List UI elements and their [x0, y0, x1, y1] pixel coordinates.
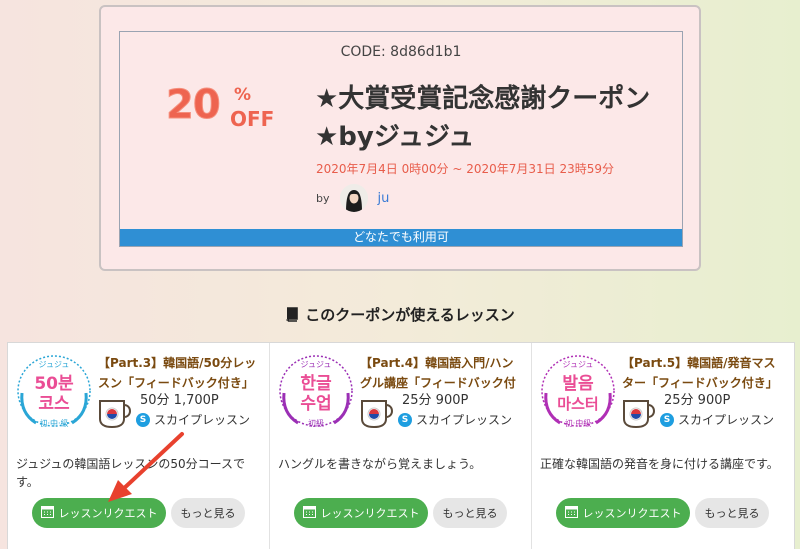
- more-button[interactable]: もっと見る: [171, 498, 245, 528]
- discount-off: OFF: [230, 107, 275, 131]
- coupon-title: ★大賞受賞記念感謝クーポン★byジュジュ: [315, 84, 651, 152]
- lesson-description: ジュジュの韓国語レッスンの50分コースです。: [16, 457, 245, 489]
- lesson-price: 25分 900P: [402, 393, 469, 408]
- coupon-period: 2020年7月4日 0時00分 ~ 2020年7月31日 23時59分: [316, 162, 615, 176]
- author-avatar[interactable]: [339, 184, 368, 212]
- coupon-card: CODE: 8d86d1b1 20 % OFF ★大賞受賞記念感謝クーポン★by…: [99, 5, 701, 271]
- lesson-request-button[interactable]: レッスンリクエスト: [32, 498, 166, 528]
- lesson-title[interactable]: 【Part.5】韓国語/発音マスター「フィードバック付き」: [622, 353, 787, 393]
- skype-lesson-label: S スカイプレッスン: [398, 411, 512, 428]
- lesson-list: ジュジュ 50분 코스 初·中·級 【Part.3】韓国語/50分レッスン「フィ…: [7, 342, 795, 549]
- lesson-title[interactable]: 【Part.4】韓国語入門/ハングル講座「フィードバック付: [360, 353, 525, 393]
- lesson-card: ジュジュ 50분 코스 初·中·級 【Part.3】韓国語/50分レッスン「フィ…: [8, 343, 270, 549]
- lesson-title[interactable]: 【Part.3】韓国語/50分レッスン「フィードバック付き」: [98, 353, 263, 393]
- logo-line2: 수업: [300, 394, 331, 414]
- logo-line2: 코스: [38, 394, 70, 414]
- logo-level: 初·中級: [565, 418, 592, 428]
- book-icon: [285, 307, 299, 326]
- calendar-icon: [302, 505, 316, 521]
- course-logo-pronunciation[interactable]: ジュジュ 발음 마스터 初·中級: [538, 353, 618, 431]
- course-logo-50min[interactable]: ジュジュ 50분 코스 初·中·級: [14, 353, 94, 431]
- more-button[interactable]: もっと見る: [433, 498, 507, 528]
- lesson-request-button[interactable]: レッスンリクエスト: [556, 498, 690, 528]
- skype-lesson-label: S スカイプレッスン: [136, 411, 250, 428]
- logo-top: ジュジュ: [301, 360, 332, 369]
- course-logo-hangul[interactable]: ジュジュ 한글 수업 初級: [276, 353, 356, 431]
- discount-badge: 20 % OFF: [166, 82, 286, 142]
- section-heading: このクーポンが使えるレッスン: [0, 304, 800, 326]
- skype-icon: S: [660, 412, 674, 427]
- request-label: レッスンリクエスト: [582, 507, 682, 520]
- request-label: レッスンリクエスト: [58, 507, 158, 520]
- by-label: by: [316, 191, 330, 205]
- coffee-cup-icon: [361, 400, 393, 429]
- logo-line1: 발음: [562, 374, 594, 394]
- logo-top: ジュジュ: [563, 360, 594, 369]
- calendar-icon: [564, 505, 578, 521]
- lesson-card: ジュジュ 발음 마스터 初·中級 【Part.5】韓国語/発音マスター「フィード…: [532, 343, 794, 549]
- logo-line1: 한글: [300, 374, 332, 394]
- lesson-description: ハングルを書きながら覚えましょう。: [278, 457, 482, 471]
- more-button[interactable]: もっと見る: [695, 498, 769, 528]
- lesson-description: 正確な韓国語の発音を身に付ける講座です。: [540, 457, 779, 471]
- availability-banner: どなたでも利用可: [120, 229, 682, 246]
- lesson-price: 25分 900P: [664, 393, 731, 408]
- coffee-cup-icon: [623, 400, 655, 429]
- skype-text: スカイプレッスン: [416, 413, 513, 427]
- skype-icon: S: [136, 412, 150, 427]
- coffee-cup-icon: [99, 400, 131, 429]
- lesson-price: 50分 1,700P: [140, 393, 219, 408]
- lesson-card: ジュジュ 한글 수업 初級 【Part.4】韓国語入門/ハングル講座「フィードバ…: [270, 343, 532, 549]
- logo-level: 初·中·級: [39, 418, 68, 428]
- section-title: このクーポンが使えるレッスン: [305, 306, 515, 324]
- skype-text: スカイプレッスン: [678, 413, 775, 427]
- logo-top: ジュジュ: [39, 360, 70, 369]
- skype-lesson-label: S スカイプレッスン: [660, 411, 774, 428]
- coupon-ticket: CODE: 8d86d1b1 20 % OFF ★大賞受賞記念感謝クーポン★by…: [119, 31, 683, 247]
- discount-number: 20: [166, 82, 222, 129]
- skype-icon: S: [398, 412, 412, 427]
- logo-line1: 50분: [34, 374, 74, 394]
- logo-line2: 마스터: [557, 395, 598, 413]
- author-link[interactable]: ju: [378, 191, 390, 206]
- skype-text: スカイプレッスン: [154, 413, 251, 427]
- coupon-code: CODE: 8d86d1b1: [340, 44, 462, 60]
- discount-percent: %: [234, 85, 252, 105]
- lesson-request-button[interactable]: レッスンリクエスト: [294, 498, 428, 528]
- coupon-author: by ju: [316, 182, 389, 214]
- request-label: レッスンリクエスト: [320, 507, 420, 520]
- logo-level: 初級: [308, 418, 324, 428]
- calendar-icon: [40, 505, 54, 521]
